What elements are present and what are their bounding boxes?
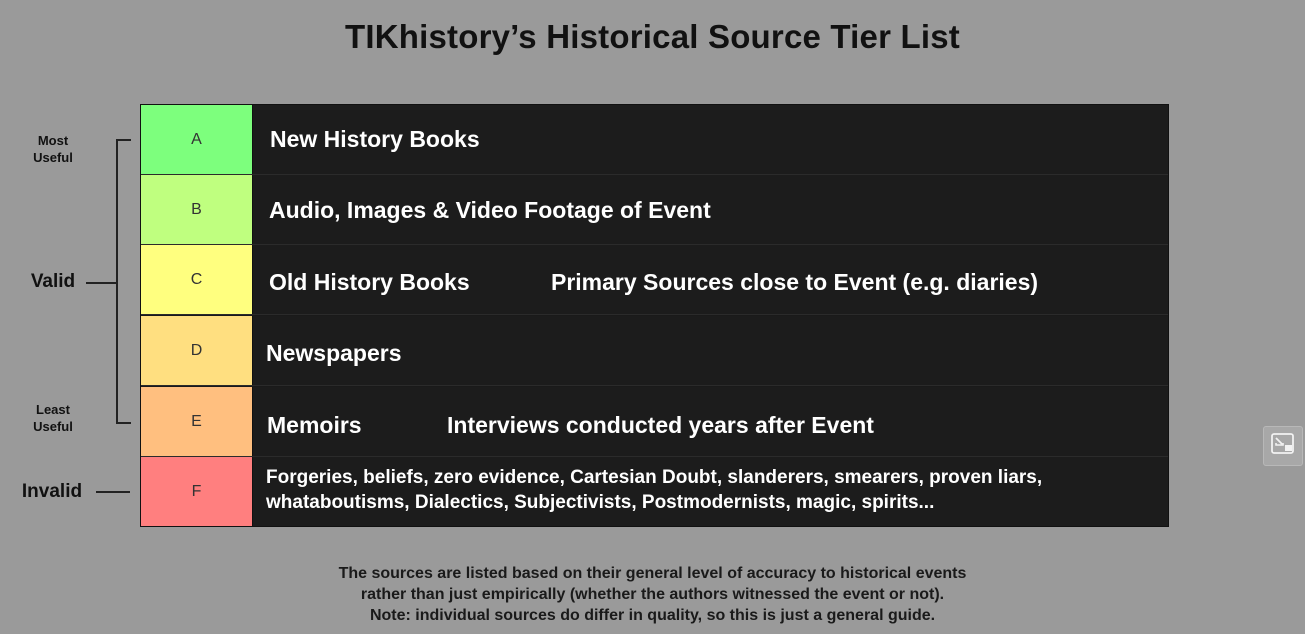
valid-label: Valid bbox=[30, 271, 76, 292]
tier-item: New History Books bbox=[270, 126, 480, 152]
tier-label-a: A bbox=[141, 105, 253, 174]
tier-item: Primary Sources close to Event (e.g. dia… bbox=[551, 269, 1039, 295]
bracket-vertical bbox=[116, 139, 118, 424]
tier-items-d: Newspapers bbox=[253, 316, 1168, 385]
tier-row-c: C Old History Books Primary Sources clos… bbox=[141, 245, 1168, 315]
footnote: The sources are listed based on their ge… bbox=[0, 563, 1305, 626]
tier-label-f: F bbox=[141, 457, 253, 526]
footnote-line: The sources are listed based on their ge… bbox=[338, 565, 967, 582]
tier-label-d: D bbox=[141, 316, 253, 385]
tier-row-a: A New History Books bbox=[141, 105, 1168, 175]
invalid-label: Invalid bbox=[21, 481, 83, 502]
bracket-bottom-tick bbox=[116, 422, 131, 424]
tier-label-b: B bbox=[141, 175, 253, 244]
bracket-top-tick bbox=[116, 139, 131, 141]
tier-item: Forgeries, beliefs, zero evidence, Carte… bbox=[266, 467, 1043, 513]
tier-items-e: Memoirs Interviews conducted years after… bbox=[253, 387, 1168, 456]
tier-item: Newspapers bbox=[266, 340, 402, 366]
tier-label-e: E bbox=[141, 387, 253, 456]
tier-row-f: F Forgeries, beliefs, zero evidence, Car… bbox=[141, 457, 1168, 526]
tier-item: Interviews conducted years after Event bbox=[447, 412, 874, 438]
tier-row-e: E Memoirs Interviews conducted years aft… bbox=[141, 387, 1168, 457]
tier-row-b: B Audio, Images & Video Footage of Event bbox=[141, 175, 1168, 245]
tier-row-d: D Newspapers bbox=[141, 316, 1168, 386]
tier-item: Old History Books bbox=[269, 269, 470, 295]
picture-in-picture-exit-icon bbox=[1271, 432, 1295, 460]
tier-items-a: New History Books bbox=[253, 105, 1168, 174]
footnote-line: Note: individual sources do differ in qu… bbox=[369, 607, 936, 624]
most-useful-label: Most Useful bbox=[33, 133, 73, 165]
page-title: TIKhistory’s Historical Source Tier List bbox=[344, 18, 960, 55]
tier-items-f: Forgeries, beliefs, zero evidence, Carte… bbox=[253, 457, 1168, 526]
tier-item: Audio, Images & Video Footage of Event bbox=[269, 197, 711, 223]
valid-connector bbox=[86, 282, 116, 284]
tier-item: Memoirs bbox=[267, 412, 362, 438]
tier-label-c: C bbox=[141, 245, 253, 314]
picture-in-picture-button[interactable] bbox=[1263, 426, 1303, 466]
tier-items-b: Audio, Images & Video Footage of Event bbox=[253, 175, 1168, 244]
tier-list-table: A New History Books B Audio, Images & Vi… bbox=[140, 104, 1169, 527]
least-useful-label: Least Useful bbox=[33, 402, 73, 434]
invalid-connector bbox=[96, 491, 130, 493]
footnote-line: rather than just empirically (whether th… bbox=[360, 586, 945, 603]
tier-items-c: Old History Books Primary Sources close … bbox=[253, 245, 1168, 314]
